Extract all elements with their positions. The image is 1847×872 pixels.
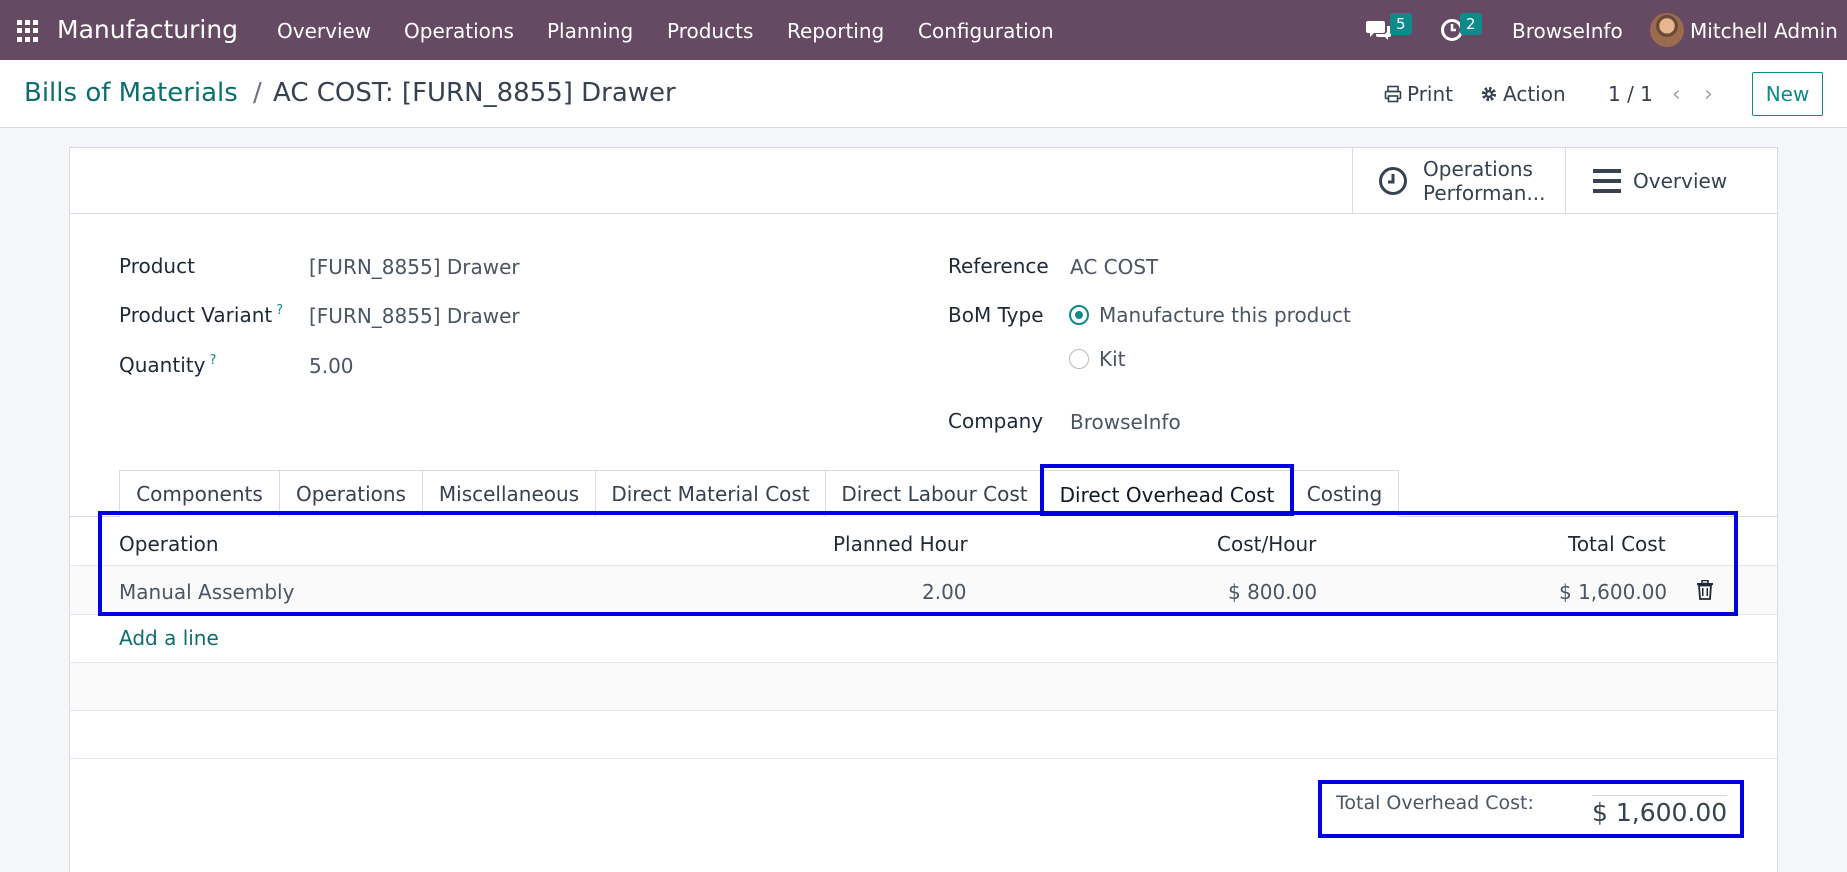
operations-performance-line1: Operations — [1423, 157, 1533, 181]
add-line-link[interactable]: Add a line — [119, 626, 219, 650]
pager-value[interactable]: 1 / 1 — [1608, 82, 1653, 106]
breadcrumb-parent[interactable]: Bills of Materials — [24, 78, 238, 108]
operations-performance-line2: Performan... — [1423, 181, 1546, 205]
menu-overview[interactable]: Overview — [277, 19, 371, 43]
reference-field[interactable]: AC COST — [1070, 255, 1158, 279]
activities-badge: 2 — [1460, 13, 1482, 35]
pager-prev-icon[interactable]: ‹ — [1672, 82, 1681, 107]
row-cost-hour-cell[interactable]: $ 800.00 — [1228, 580, 1317, 604]
column-planned-hour[interactable]: Planned Hour — [833, 532, 968, 556]
apps-grid-icon[interactable] — [17, 20, 39, 42]
total-overhead-value: $ 1,600.00 — [1592, 795, 1728, 827]
bom-type-label: BoM Type — [948, 303, 1044, 327]
bom-type-manufacture-label[interactable]: Manufacture this product — [1099, 303, 1351, 327]
tab-miscellaneous[interactable]: Miscellaneous — [422, 470, 596, 517]
menu-operations[interactable]: Operations — [404, 19, 514, 43]
breadcrumb-current: AC COST: [FURN_8855] Drawer — [273, 78, 676, 108]
row-total-cost-cell[interactable]: $ 1,600.00 — [1559, 580, 1667, 604]
row-divider — [70, 710, 1777, 711]
tab-costing[interactable]: Costing — [1290, 470, 1399, 517]
quantity-label: Quantity? — [119, 353, 216, 377]
smart-button-box: Operations Performan... Overview — [70, 148, 1777, 214]
pager-next-icon[interactable]: › — [1704, 82, 1713, 107]
product-variant-label-text: Product Variant — [119, 303, 273, 327]
operations-performance-button[interactable]: Operations Performan... — [1352, 148, 1565, 214]
overview-label: Overview — [1633, 169, 1728, 193]
bars-icon — [1593, 169, 1621, 193]
menu-products[interactable]: Products — [667, 19, 753, 43]
bom-type-manufacture-radio[interactable] — [1069, 305, 1089, 325]
column-cost-hour[interactable]: Cost/Hour — [1217, 532, 1316, 556]
column-total-cost[interactable]: Total Cost — [1568, 532, 1666, 556]
print-label: Print — [1407, 82, 1454, 106]
product-label: Product — [119, 254, 195, 278]
bom-type-kit-label[interactable]: Kit — [1099, 347, 1126, 371]
menu-planning[interactable]: Planning — [547, 19, 633, 43]
reference-label: Reference — [948, 254, 1049, 278]
help-icon[interactable]: ? — [276, 303, 283, 318]
row-divider — [70, 758, 1777, 759]
action-button[interactable]: Action — [1480, 82, 1566, 106]
new-button[interactable]: New — [1752, 72, 1823, 116]
action-label: Action — [1503, 82, 1566, 106]
product-variant-label: Product Variant? — [119, 303, 283, 327]
total-overhead-label: Total Overhead Cost: — [1336, 792, 1534, 814]
tab-components[interactable]: Components — [119, 470, 280, 517]
control-panel: Bills of Materials / AC COST: [FURN_8855… — [0, 60, 1847, 128]
overview-button[interactable]: Overview — [1565, 148, 1777, 214]
app-title[interactable]: Manufacturing — [57, 15, 238, 44]
quantity-label-text: Quantity — [119, 353, 206, 377]
menu-reporting[interactable]: Reporting — [787, 19, 884, 43]
bom-type-kit-radio[interactable] — [1069, 349, 1089, 369]
empty-row — [70, 663, 1777, 710]
company-label: Company — [948, 409, 1044, 433]
row-divider — [70, 614, 1777, 615]
top-navbar: Manufacturing Overview Operations Planni… — [0, 0, 1847, 60]
tab-direct-overhead-cost[interactable]: Direct Overhead Cost — [1043, 470, 1291, 518]
tab-operations[interactable]: Operations — [279, 470, 423, 517]
product-field[interactable]: [FURN_8855] Drawer — [309, 255, 520, 279]
company-switcher[interactable]: BrowseInfo — [1512, 19, 1623, 43]
form-sheet: Operations Performan... Overview Product… — [69, 147, 1778, 872]
menu-configuration[interactable]: Configuration — [918, 19, 1054, 43]
printer-icon — [1384, 85, 1402, 103]
clock-icon — [1379, 167, 1407, 195]
row-planned-hour-cell[interactable]: 2.00 — [922, 580, 967, 604]
messages-badge: 5 — [1390, 13, 1412, 35]
chat-icon[interactable] — [1366, 18, 1392, 42]
row-operation-cell[interactable]: Manual Assembly — [119, 580, 294, 604]
quantity-field[interactable]: 5.00 — [309, 354, 354, 378]
gear-icon — [1481, 86, 1497, 102]
print-button[interactable]: Print — [1384, 82, 1453, 106]
company-field[interactable]: BrowseInfo — [1070, 410, 1181, 434]
tab-direct-material-cost[interactable]: Direct Material Cost — [595, 470, 826, 517]
help-icon[interactable]: ? — [209, 353, 216, 368]
column-operation[interactable]: Operation — [119, 532, 219, 556]
product-variant-field[interactable]: [FURN_8855] Drawer — [309, 304, 520, 328]
trash-icon[interactable] — [1697, 580, 1713, 600]
user-avatar[interactable] — [1650, 13, 1684, 47]
user-menu[interactable]: Mitchell Admin — [1690, 19, 1838, 43]
tab-direct-labour-cost[interactable]: Direct Labour Cost — [825, 470, 1044, 517]
breadcrumb-separator: / — [253, 78, 262, 108]
